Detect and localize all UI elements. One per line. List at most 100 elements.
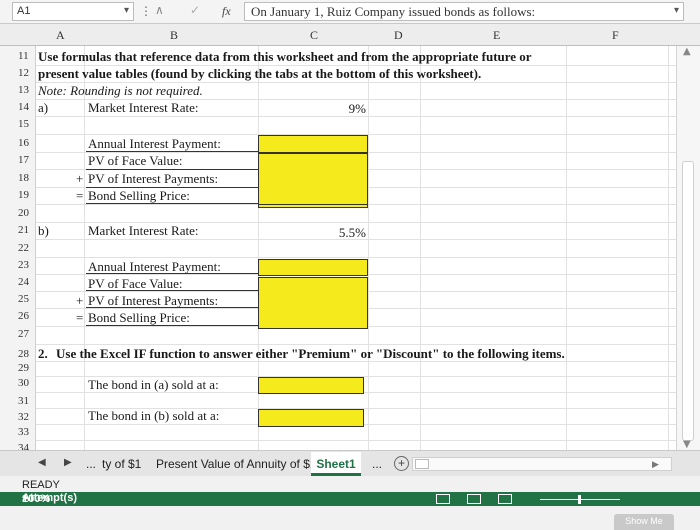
gridline xyxy=(36,344,676,345)
column-header-a[interactable]: A xyxy=(56,28,65,43)
more-icon[interactable]: ⋮ xyxy=(140,4,152,18)
vertical-scrollbar[interactable]: ▲ ▼ xyxy=(676,46,700,450)
row-number[interactable]: 16 xyxy=(18,137,29,149)
cancel-icon[interactable]: ∧ xyxy=(155,3,164,17)
row-number[interactable]: 24 xyxy=(18,276,29,288)
row-number[interactable]: 30 xyxy=(18,377,29,389)
tab-more[interactable]: ... xyxy=(372,457,382,471)
equals-operator-a: = xyxy=(76,188,84,203)
zoom-level[interactable]: 100% xyxy=(22,493,50,505)
gridline xyxy=(420,46,421,450)
column-headers: A B C D E F xyxy=(0,24,700,46)
add-sheet-icon[interactable]: + xyxy=(394,456,409,471)
gridline xyxy=(36,440,676,441)
row-number[interactable]: 11 xyxy=(18,50,29,62)
row-number[interactable]: 26 xyxy=(18,310,29,322)
equals-operator-b: = xyxy=(76,310,84,325)
gridline xyxy=(566,46,567,450)
normal-view-icon[interactable] xyxy=(436,494,450,504)
pv-input-block-b[interactable] xyxy=(258,277,368,329)
row-number[interactable]: 29 xyxy=(18,362,29,374)
scroll-down-icon[interactable]: ▼ xyxy=(683,439,691,450)
part-2-instruction: Use the Excel IF function to answer eith… xyxy=(56,346,565,361)
row-number[interactable]: 13 xyxy=(18,84,29,96)
row-number[interactable]: 33 xyxy=(18,426,29,438)
row-number[interactable]: 15 xyxy=(18,118,29,130)
row-border xyxy=(86,134,258,152)
row-number[interactable]: 19 xyxy=(18,189,29,201)
chevron-down-icon[interactable]: ▾ xyxy=(124,5,129,16)
horizontal-scrollbar[interactable] xyxy=(412,457,672,471)
gridline xyxy=(368,46,369,450)
row-number[interactable]: 18 xyxy=(18,172,29,184)
bond-price-input-a[interactable] xyxy=(258,205,368,208)
ready-status: READY xyxy=(22,479,60,491)
show-me-button[interactable]: Show Me xyxy=(614,514,674,530)
tab-pv-annuity[interactable]: Present Value of Annuity of $1 xyxy=(156,457,317,471)
part-a-label: a) xyxy=(38,100,49,115)
formula-bar: A1 ▾ ⋮ ∧ ✓ fx On January 1, Ruiz Company… xyxy=(0,0,700,24)
spreadsheet-grid[interactable]: 11 12 13 14 15 16 17 18 19 20 21 22 23 2… xyxy=(0,46,676,450)
zoom-slider-handle[interactable] xyxy=(578,495,581,504)
prev-sheet-icon[interactable]: ◀ xyxy=(38,457,46,468)
bond-b-result-input[interactable] xyxy=(258,409,364,427)
column-header-f[interactable]: F xyxy=(612,28,619,43)
part-b-label: b) xyxy=(38,223,49,238)
scroll-thumb[interactable] xyxy=(415,459,429,469)
market-rate-label-a: Market Interest Rate: xyxy=(88,100,199,115)
plus-operator-a: + xyxy=(76,171,84,186)
page-break-icon[interactable] xyxy=(498,494,512,504)
column-header-d[interactable]: D xyxy=(394,28,403,43)
row-border xyxy=(86,152,258,170)
row-border xyxy=(86,291,258,308)
row-number[interactable]: 23 xyxy=(18,259,29,271)
tab-pv-of-1[interactable]: ty of $1 xyxy=(102,457,141,471)
name-box-value: A1 xyxy=(17,5,31,17)
instruction-line-1: Use formulas that reference data from th… xyxy=(38,49,532,64)
tab-sheet1[interactable]: Sheet1 xyxy=(311,452,361,476)
formula-input[interactable]: On January 1, Ruiz Company issued bonds … xyxy=(244,2,684,21)
scroll-thumb[interactable] xyxy=(682,161,694,441)
row-border xyxy=(86,274,258,291)
plus-operator-b: + xyxy=(76,293,84,308)
gridline xyxy=(84,46,85,450)
column-header-e[interactable]: E xyxy=(493,28,500,43)
row-number[interactable]: 21 xyxy=(18,224,29,236)
row-number[interactable]: 32 xyxy=(18,411,29,423)
row-number[interactable]: 17 xyxy=(18,154,29,166)
market-rate-label-b: Market Interest Rate: xyxy=(88,223,199,238)
tab-overflow[interactable]: ... xyxy=(86,457,96,471)
bond-a-result-input[interactable] xyxy=(258,377,364,394)
gridline xyxy=(668,46,669,450)
rounding-note: Note: Rounding is not required. xyxy=(38,83,203,98)
annual-interest-input-a[interactable] xyxy=(258,135,368,153)
row-number[interactable]: 22 xyxy=(18,242,29,254)
row-number[interactable]: 20 xyxy=(18,207,29,219)
bond-b-sold-label: The bond in (b) sold at a: xyxy=(88,408,220,423)
name-box[interactable]: A1 ▾ xyxy=(12,2,134,21)
row-number[interactable]: 31 xyxy=(18,395,29,407)
market-rate-value-b[interactable]: 5.5% xyxy=(300,225,366,241)
page-layout-icon[interactable] xyxy=(467,494,481,504)
row-number[interactable]: 34 xyxy=(18,442,29,450)
scroll-right-icon[interactable]: ▶ xyxy=(652,459,659,470)
row-number[interactable]: 14 xyxy=(18,101,29,113)
chevron-down-icon[interactable]: ▾ xyxy=(674,5,679,16)
formula-text: On January 1, Ruiz Company issued bonds … xyxy=(251,4,536,19)
check-icon[interactable]: ✓ xyxy=(190,3,200,17)
column-header-c[interactable]: C xyxy=(310,28,318,43)
annual-interest-input-b[interactable] xyxy=(258,259,368,276)
next-sheet-icon[interactable]: ▶ xyxy=(64,457,72,468)
column-header-b[interactable]: B xyxy=(170,28,178,43)
row-number[interactable]: 28 xyxy=(18,348,29,360)
pv-input-block-a[interactable] xyxy=(258,153,368,205)
row-number[interactable]: 12 xyxy=(18,67,29,79)
row-border xyxy=(86,187,258,204)
row-border xyxy=(86,257,258,274)
scroll-up-icon[interactable]: ▲ xyxy=(683,46,691,57)
row-number[interactable]: 27 xyxy=(18,328,29,340)
market-rate-value-a[interactable]: 9% xyxy=(300,101,366,117)
fx-icon[interactable]: fx xyxy=(222,4,231,19)
row-number[interactable]: 25 xyxy=(18,293,29,305)
attempt-bar: Attempt(s) − + 100% xyxy=(0,492,700,506)
